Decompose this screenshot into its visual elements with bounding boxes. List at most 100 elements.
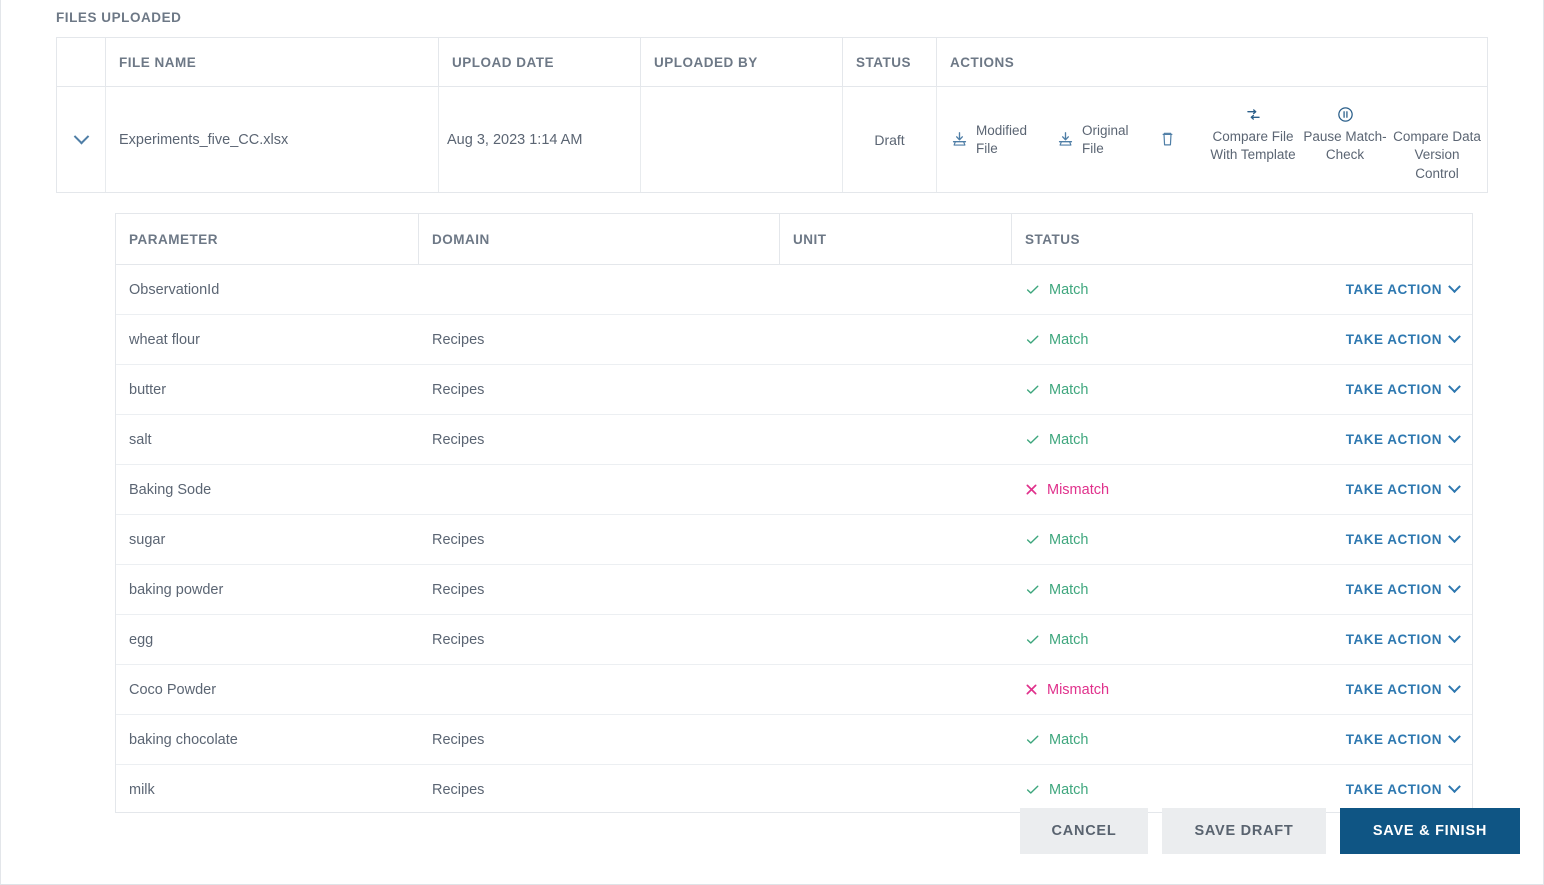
close-icon	[1026, 484, 1037, 495]
file-actions-left-group: Modified File Original File	[941, 122, 1188, 158]
file-name-text: Experiments_five_CC.xlsx	[119, 131, 289, 148]
status-badge: Match	[1012, 732, 1089, 748]
parameter-name-cell: salt	[129, 431, 152, 448]
table-row: Baking Sode Mismatch TAKE ACTION	[116, 465, 1472, 515]
download-icon	[1058, 132, 1073, 146]
table-row: milk Recipes Match TAKE ACTION	[116, 765, 1472, 812]
check-icon	[1026, 635, 1039, 644]
take-action-button[interactable]: TAKE ACTION	[1345, 480, 1461, 497]
take-action-button[interactable]: TAKE ACTION	[1345, 730, 1461, 747]
table-row: butter Recipes Match TAKE ACTION	[116, 365, 1472, 415]
parameter-domain-cell: Recipes	[432, 581, 485, 598]
take-action-button[interactable]: TAKE ACTION	[1345, 580, 1461, 597]
compare-file-with-template-button[interactable]: Compare File With Template	[1207, 104, 1299, 165]
save-and-finish-button[interactable]: SAVE & FINISH	[1340, 808, 1520, 854]
parameter-domain-cell: Recipes	[432, 531, 485, 548]
parameter-status-cell: Match TAKE ACTION	[1012, 530, 1472, 548]
parameter-domain-cell: Recipes	[432, 781, 485, 798]
status-badge-label: Match	[1049, 431, 1089, 448]
parameter-name-cell: butter	[129, 381, 167, 398]
take-action-label: TAKE ACTION	[1345, 532, 1442, 547]
parameter-status-cell: Mismatch TAKE ACTION	[1012, 480, 1472, 498]
status-badge-label: Match	[1049, 631, 1089, 648]
status-badge: Match	[1012, 782, 1089, 798]
parameter-name-cell: Baking Sode	[129, 481, 212, 498]
chevron-down-icon	[1448, 480, 1461, 494]
take-action-button[interactable]: TAKE ACTION	[1346, 280, 1461, 297]
chevron-down-icon	[1448, 530, 1461, 544]
close-icon	[1026, 684, 1037, 695]
chevron-down-icon	[73, 128, 89, 145]
take-action-button[interactable]: TAKE ACTION	[1345, 530, 1461, 547]
pause-match-check-button[interactable]: Pause Match-Check	[1299, 104, 1391, 165]
chevron-down-icon	[1448, 380, 1461, 394]
parameter-domain-cell: Recipes	[432, 431, 485, 448]
take-action-button[interactable]: TAKE ACTION	[1346, 380, 1461, 397]
take-action-label: TAKE ACTION	[1345, 482, 1442, 497]
parameter-status-cell: Match TAKE ACTION	[1012, 380, 1472, 398]
download-original-file-button[interactable]: Original File	[1047, 122, 1153, 158]
take-action-label: TAKE ACTION	[1345, 582, 1442, 597]
take-action-button[interactable]: TAKE ACTION	[1345, 430, 1461, 447]
file-row: Experiments_five_CC.xlsx Aug 3, 2023 1:1…	[57, 87, 1487, 192]
take-action-button[interactable]: TAKE ACTION	[1345, 330, 1461, 347]
parameter-domain-cell: Recipes	[432, 731, 485, 748]
status-badge-label: Match	[1049, 281, 1089, 298]
parameter-status-cell: Match TAKE ACTION	[1012, 630, 1472, 648]
status-badge: Mismatch	[1012, 682, 1109, 698]
chevron-down-icon	[1448, 280, 1461, 294]
save-draft-button[interactable]: SAVE DRAFT	[1162, 808, 1326, 854]
table-row: wheat flour Recipes Match TAKE ACTION	[116, 315, 1472, 365]
take-action-label: TAKE ACTION	[1345, 432, 1442, 447]
compare-data-version-control-label: Compare Data Version Control	[1393, 128, 1481, 181]
table-row: ObservationId Match TAKE ACTION	[116, 265, 1472, 315]
column-header-uploaded-by: UPLOADED BY	[641, 37, 843, 87]
take-action-label: TAKE ACTION	[1345, 732, 1442, 747]
table-row: Coco Powder Mismatch TAKE ACTION	[116, 665, 1472, 715]
parameter-domain-cell: Recipes	[432, 331, 485, 348]
parameter-domain-cell: Recipes	[432, 381, 485, 398]
files-table-header-row: FILE NAME UPLOAD DATE UPLOADED BY STATUS…	[57, 37, 1487, 87]
column-header-parameter-status: STATUS	[1025, 231, 1080, 247]
expand-cell	[57, 87, 106, 192]
trash-icon[interactable]	[1159, 130, 1176, 149]
take-action-button[interactable]: TAKE ACTION	[1345, 680, 1461, 697]
status-badge-label: Mismatch	[1047, 681, 1110, 698]
column-header-file-name: FILE NAME	[106, 37, 439, 87]
column-header-status: STATUS	[843, 37, 937, 87]
cancel-button[interactable]: CANCEL	[1020, 808, 1148, 854]
download-modified-file-button[interactable]: Modified File	[941, 122, 1047, 158]
check-icon	[1026, 335, 1039, 344]
take-action-label: TAKE ACTION	[1345, 332, 1442, 347]
chevron-down-icon	[1448, 430, 1461, 444]
parameters-table-body: ObservationId Match TAKE ACTION wheat flour…	[116, 265, 1472, 812]
uploaded-by-cell	[641, 87, 843, 192]
status-badge-label: Match	[1049, 531, 1089, 548]
check-icon	[1026, 735, 1039, 744]
file-status-text: Draft	[874, 131, 905, 148]
parameter-status-cell: Match TAKE ACTION	[1012, 330, 1472, 348]
parameter-name-cell: baking powder	[129, 581, 224, 598]
compare-data-version-control-button[interactable]: Compare Data Version Control	[1391, 104, 1483, 184]
take-action-label: TAKE ACTION	[1345, 632, 1442, 647]
files-uploaded-table: FILE NAME UPLOAD DATE UPLOADED BY STATUS…	[56, 37, 1488, 193]
status-badge: Match	[1012, 432, 1089, 448]
column-header-actions: ACTIONS	[950, 54, 1015, 70]
status-badge: Match	[1012, 632, 1089, 648]
expand-row-button[interactable]	[68, 127, 94, 153]
status-badge-label: Match	[1049, 731, 1089, 748]
parameter-status-cell: Match TAKE ACTION	[1012, 430, 1472, 448]
take-action-button[interactable]: TAKE ACTION	[1345, 630, 1461, 647]
status-badge: Match	[1012, 332, 1089, 348]
check-icon	[1026, 785, 1039, 794]
check-icon	[1026, 285, 1039, 294]
parameter-status-cell: Match TAKE ACTION	[1012, 730, 1472, 748]
parameter-name-cell: ObservationId	[129, 281, 220, 298]
footer-actions: CANCEL SAVE DRAFT SAVE & FINISH	[0, 808, 1544, 866]
parameters-table: PARAMETER DOMAIN UNIT STATUS Observation…	[115, 213, 1473, 813]
status-badge-label: Mismatch	[1047, 481, 1110, 498]
status-badge-label: Match	[1049, 581, 1089, 598]
take-action-button[interactable]: TAKE ACTION	[1346, 780, 1461, 797]
column-header-expand	[57, 37, 106, 87]
take-action-label: TAKE ACTION	[1345, 682, 1442, 697]
